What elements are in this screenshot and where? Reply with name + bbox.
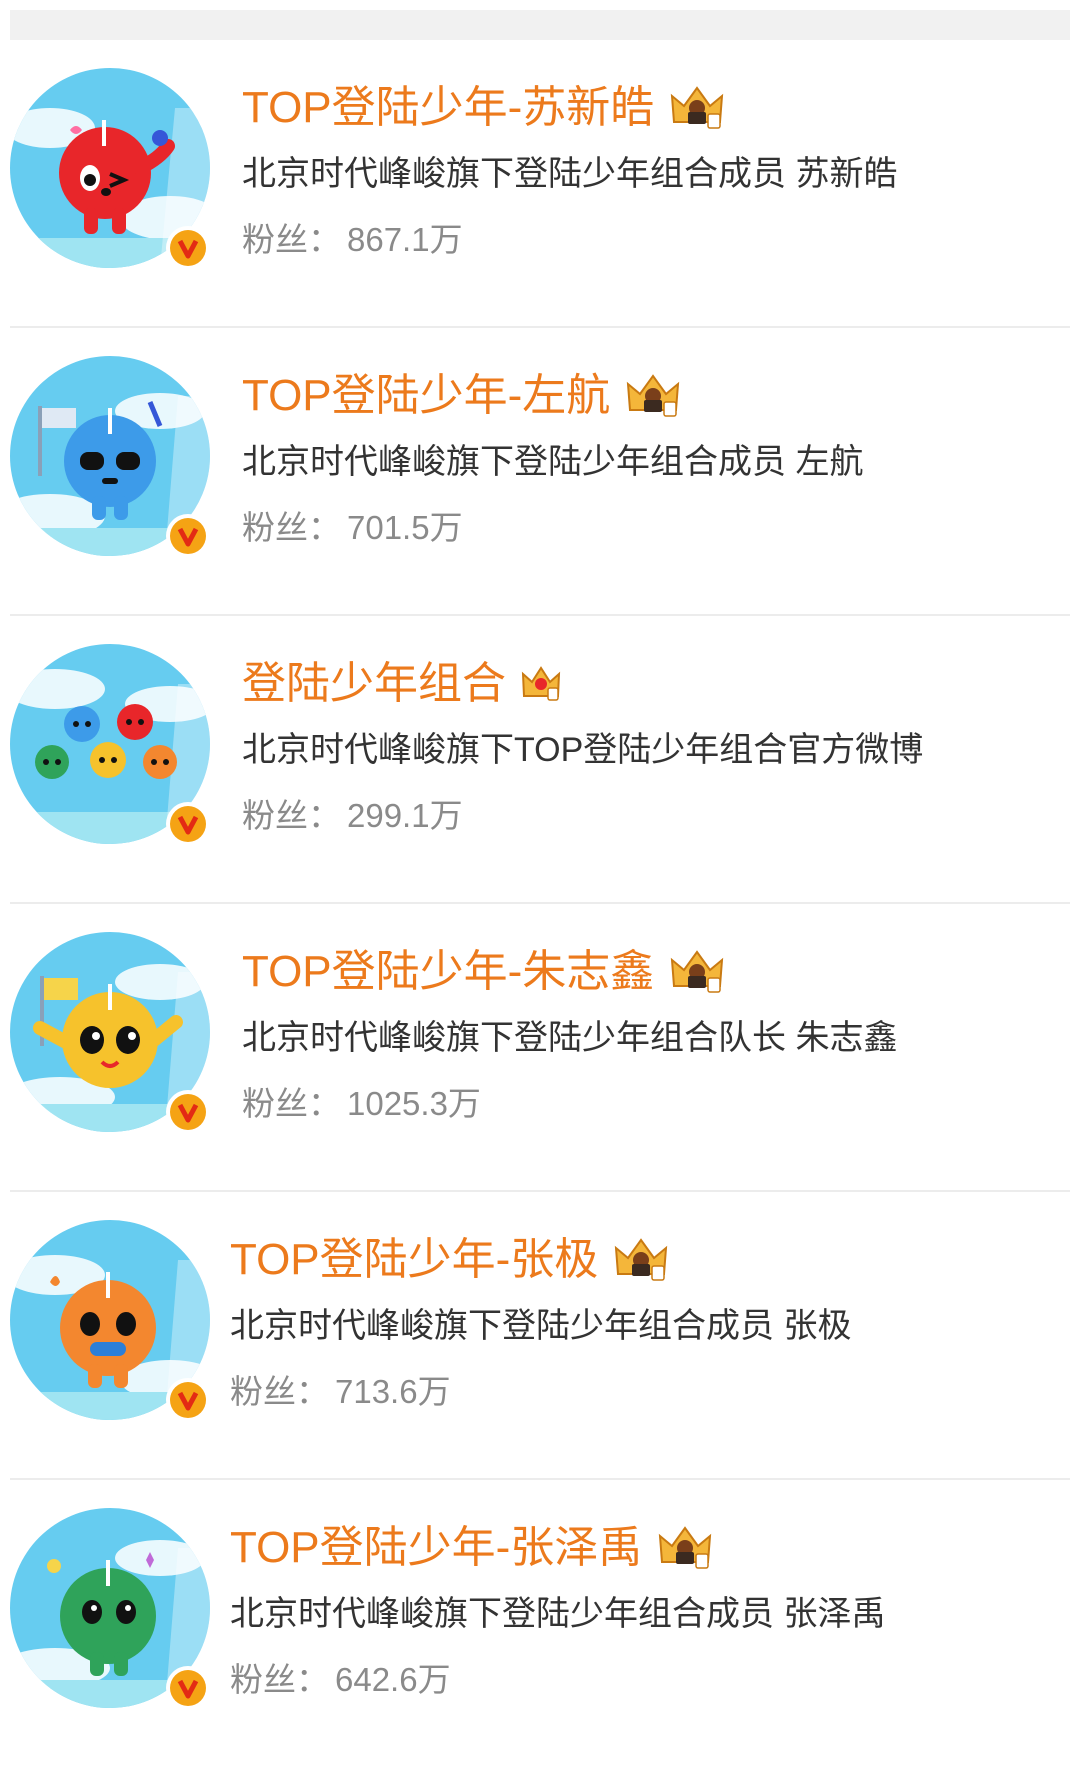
account-description: 北京时代峰峻旗下登陆少年组合成员 苏新皓 bbox=[242, 155, 898, 193]
crown-badge-icon bbox=[627, 374, 680, 417]
verified-badge-icon bbox=[166, 1666, 210, 1710]
account-name[interactable]: TOP登陆少年-朱志鑫 bbox=[242, 940, 654, 1004]
account-card[interactable]: TOP登陆少年-左航 北京时代峰峻旗下登陆少年组合成员 左航 粉丝： 701.5万 bbox=[10, 328, 1070, 616]
fans-count: 粉丝： 642.6万 bbox=[230, 1656, 1060, 1704]
avatar[interactable] bbox=[10, 1508, 210, 1724]
crown-badge-icon bbox=[671, 86, 724, 129]
avatar[interactable] bbox=[10, 1220, 210, 1436]
account-description: 北京时代峰峻旗下登陆少年组合成员 张泽禹 bbox=[230, 1595, 886, 1633]
avatar[interactable] bbox=[10, 68, 210, 284]
fans-label: 粉丝： bbox=[242, 221, 341, 258]
fans-count: 粉丝： 867.1万 bbox=[242, 216, 1060, 264]
fans-label: 粉丝： bbox=[242, 509, 341, 546]
account-card[interactable]: TOP登陆少年-张极 北京时代峰峻旗下登陆少年组合成员 张极 粉丝： 713.6万 bbox=[10, 1192, 1070, 1480]
crown-badge-icon bbox=[615, 1238, 668, 1281]
account-name[interactable]: TOP登陆少年-张泽禹 bbox=[230, 1516, 642, 1580]
account-description: 北京时代峰峻旗下TOP登陆少年组合官方微博 bbox=[242, 731, 924, 769]
fans-value: 299.1万 bbox=[347, 797, 463, 834]
fans-value: 867.1万 bbox=[347, 221, 463, 258]
verified-badge-icon bbox=[166, 1090, 210, 1134]
fans-count: 粉丝： 713.6万 bbox=[230, 1368, 1060, 1416]
fans-value: 1025.3万 bbox=[347, 1085, 481, 1122]
crown-badge-icon bbox=[659, 1526, 712, 1569]
fans-label: 粉丝： bbox=[242, 797, 341, 834]
account-description: 北京时代峰峻旗下登陆少年组合队长 朱志鑫 bbox=[242, 1019, 898, 1057]
fans-label: 粉丝： bbox=[230, 1661, 329, 1698]
account-card[interactable]: TOP登陆少年-张泽禹 北京时代峰峻旗下登陆少年组合成员 张泽禹 粉丝： 642.… bbox=[10, 1480, 1070, 1768]
avatar[interactable] bbox=[10, 932, 210, 1148]
avatar[interactable] bbox=[10, 644, 210, 860]
fans-label: 粉丝： bbox=[230, 1373, 329, 1410]
account-card[interactable]: TOP登陆少年-苏新皓 北京时代峰峻旗下登陆少年组合成员 苏新皓 粉丝： 867.… bbox=[10, 40, 1070, 328]
account-description: 北京时代峰峻旗下登陆少年组合成员 左航 bbox=[242, 443, 864, 481]
crown-badge-icon bbox=[521, 666, 561, 701]
top-bar bbox=[10, 10, 1070, 40]
verified-badge-icon bbox=[166, 1378, 210, 1422]
verified-badge-icon bbox=[166, 226, 210, 270]
fans-count: 粉丝： 299.1万 bbox=[242, 792, 1060, 840]
crown-badge-icon bbox=[671, 950, 724, 993]
verified-badge-icon bbox=[166, 514, 210, 558]
fans-value: 642.6万 bbox=[335, 1661, 451, 1698]
fans-count: 粉丝： 701.5万 bbox=[242, 504, 1060, 552]
fans-label: 粉丝： bbox=[242, 1085, 341, 1122]
verified-badge-icon bbox=[166, 802, 210, 846]
account-card[interactable]: 登陆少年组合 北京时代峰峻旗下TOP登陆少年组合官方微博 粉丝： 299.1万 bbox=[10, 616, 1070, 904]
account-name[interactable]: TOP登陆少年-张极 bbox=[230, 1228, 598, 1292]
fans-count: 粉丝： 1025.3万 bbox=[242, 1080, 1060, 1128]
account-description: 北京时代峰峻旗下登陆少年组合成员 张极 bbox=[230, 1307, 852, 1345]
avatar[interactable] bbox=[10, 356, 210, 572]
fans-value: 701.5万 bbox=[347, 509, 463, 546]
account-name[interactable]: TOP登陆少年-左航 bbox=[242, 364, 610, 428]
account-card[interactable]: TOP登陆少年-朱志鑫 北京时代峰峻旗下登陆少年组合队长 朱志鑫 粉丝： 1025… bbox=[10, 904, 1070, 1192]
account-name[interactable]: 登陆少年组合 bbox=[242, 652, 506, 716]
account-name[interactable]: TOP登陆少年-苏新皓 bbox=[242, 76, 654, 140]
fans-value: 713.6万 bbox=[335, 1373, 451, 1410]
